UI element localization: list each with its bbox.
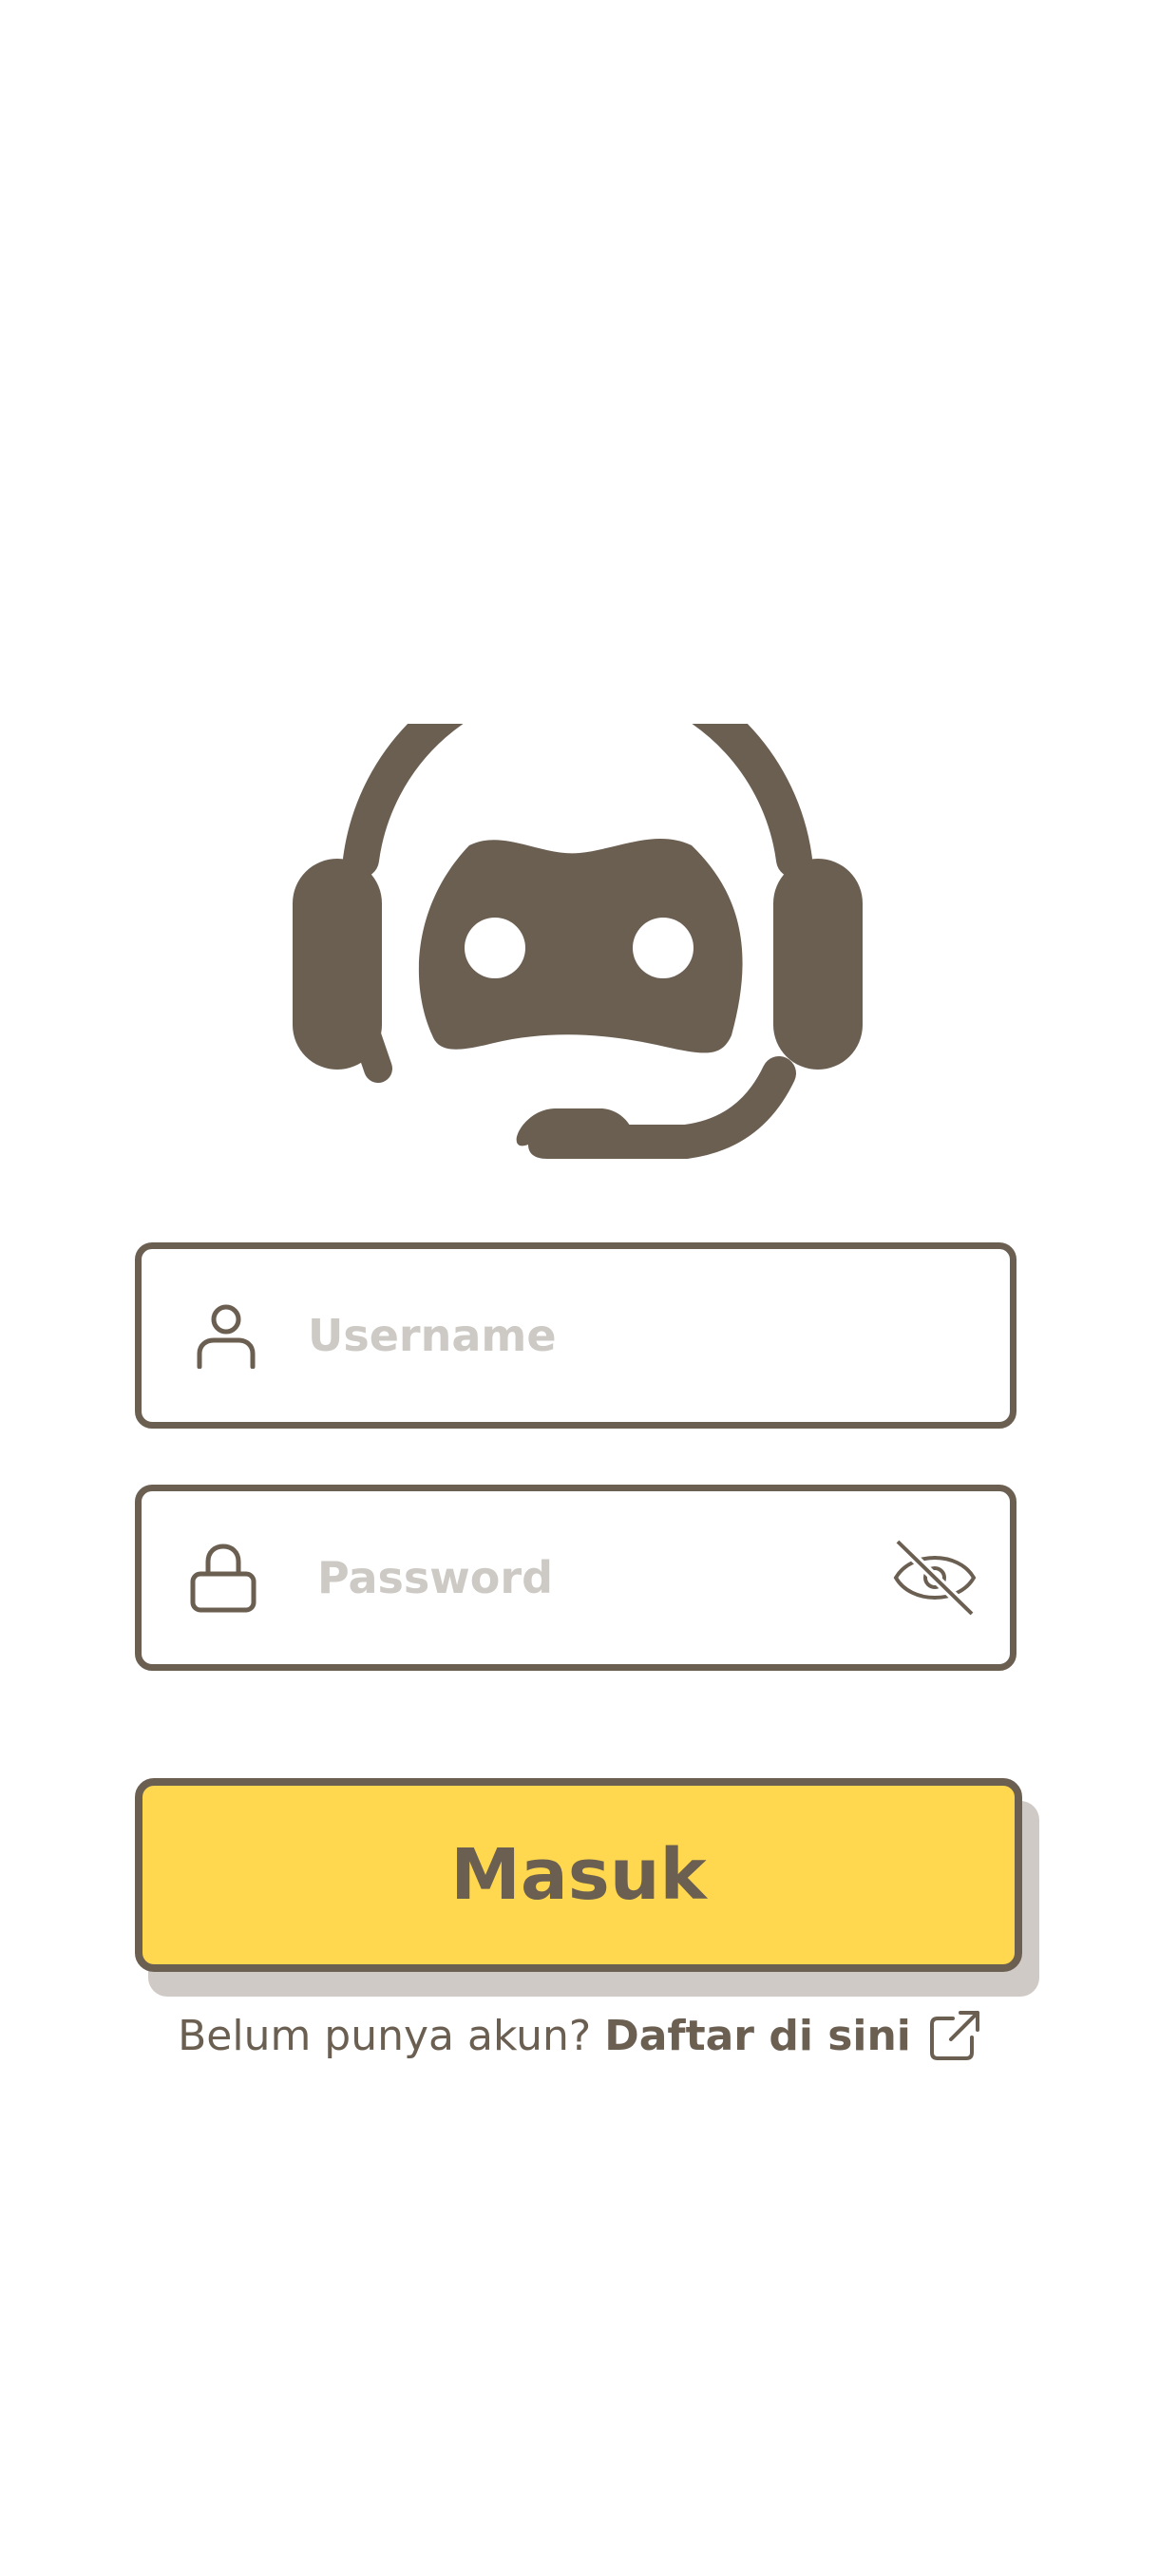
username-input[interactable] — [308, 1249, 973, 1422]
signup-link[interactable]: Daftar di sini — [604, 2009, 981, 2062]
support-robot-headset-icon — [293, 724, 863, 1159]
signup-prompt: Belum punya akun? — [178, 2011, 592, 2060]
username-field[interactable] — [135, 1242, 1016, 1429]
signup-line: Belum punya akun? Daftar di sini — [0, 2002, 1159, 2069]
user-icon — [197, 1304, 256, 1369]
external-link-icon — [929, 2011, 979, 2060]
lock-icon — [190, 1544, 256, 1613]
password-input[interactable] — [317, 1491, 849, 1664]
signup-link-label: Daftar di sini — [604, 2011, 911, 2060]
eye-off-icon[interactable] — [892, 1538, 978, 1618]
password-field[interactable] — [135, 1485, 1016, 1671]
login-button[interactable]: Masuk — [135, 1778, 1022, 1972]
